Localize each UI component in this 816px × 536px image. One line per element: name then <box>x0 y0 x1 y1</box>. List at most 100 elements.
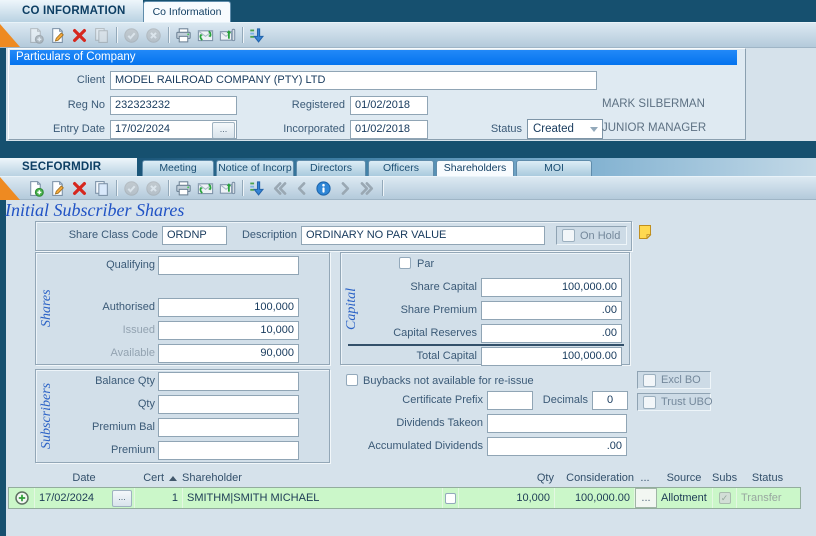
column-header-subs[interactable]: Subs <box>712 472 736 484</box>
page-title: Initial Subscriber Shares <box>5 200 184 221</box>
nav-first-icon[interactable] <box>269 178 290 198</box>
entry-date-label: Entry Date <box>25 123 105 135</box>
authorised-input[interactable]: 100,000 <box>158 298 299 317</box>
mail-sync-icon[interactable] <box>195 25 216 45</box>
row-select-checkbox[interactable] <box>445 493 456 504</box>
row-date-browse-button[interactable]: ... <box>112 490 132 507</box>
on-hold-checkbox[interactable] <box>562 229 575 242</box>
dividends-takeon-label: Dividends Takeon <box>343 417 483 429</box>
copy-icon[interactable] <box>91 178 112 198</box>
decimals-label: Decimals <box>528 394 588 406</box>
row-cert-cell[interactable]: 1 <box>135 488 183 508</box>
column-header-more[interactable]: ... <box>634 472 656 484</box>
tab-moi[interactable]: MOI <box>516 160 592 176</box>
accumulated-dividends-input[interactable]: .00 <box>487 437 627 456</box>
row-source-cell[interactable]: Allotment <box>657 488 713 508</box>
certificate-prefix-input[interactable] <box>487 391 533 410</box>
tab-co-information[interactable]: Co Information <box>143 1 231 22</box>
column-header-consideration[interactable]: Consideration <box>554 472 634 484</box>
on-hold-option[interactable]: On Hold <box>556 226 627 245</box>
premium-bal-input[interactable] <box>158 418 299 437</box>
column-header-status[interactable]: Status <box>736 472 799 484</box>
tab-directors[interactable]: Directors <box>296 160 366 176</box>
decimals-input[interactable]: 0 <box>592 391 628 410</box>
column-header-shareholder[interactable]: Shareholder <box>182 472 332 484</box>
row-shareholder-cell[interactable]: SMITHM|SMITH MICHAEL <box>183 488 443 508</box>
column-header-cert[interactable]: Cert <box>118 472 164 484</box>
nav-last-icon[interactable] <box>357 178 378 198</box>
status-value: Created <box>533 123 574 135</box>
dividends-takeon-input[interactable] <box>487 414 627 433</box>
registered-input[interactable]: 01/02/2018 <box>350 96 428 115</box>
balance-qty-input[interactable] <box>158 372 299 391</box>
issued-input[interactable]: 10,000 <box>158 321 299 340</box>
row-date-cell[interactable]: 17/02/2024 ... <box>35 488 135 508</box>
tab-officers[interactable]: Officers <box>368 160 434 176</box>
reg-no-input[interactable]: 232323232 <box>110 96 237 115</box>
capital-reserves-input[interactable]: .00 <box>481 324 622 343</box>
excl-bo-option[interactable]: Excl BO <box>637 371 711 389</box>
table-row[interactable]: 17/02/2024 ... 1 SMITHM|SMITH MICHAEL 10… <box>8 487 801 509</box>
trust-ubo-checkbox[interactable] <box>643 396 656 409</box>
info-icon[interactable] <box>313 178 334 198</box>
delete-icon[interactable] <box>69 25 90 45</box>
co-window-title: CO INFORMATION <box>0 5 126 17</box>
row-expand-cell[interactable] <box>9 488 35 508</box>
par-checkbox[interactable] <box>399 257 411 269</box>
mail-send-icon[interactable] <box>217 25 238 45</box>
column-header-source[interactable]: Source <box>656 472 712 484</box>
status-select[interactable]: Created <box>527 119 603 139</box>
mail-send-icon[interactable] <box>217 178 238 198</box>
client-input[interactable]: MODEL RAILROAD COMPANY (PTY) LTD <box>110 71 597 90</box>
certificate-prefix-label: Certificate Prefix <box>353 394 483 406</box>
sort-icon[interactable] <box>247 25 268 45</box>
entry-date-browse-button[interactable]: ... <box>212 122 235 139</box>
qty-input[interactable] <box>158 395 299 414</box>
share-capital-input[interactable]: 100,000.00 <box>481 278 622 297</box>
entry-date-value: 17/02/2024 <box>115 123 170 135</box>
edit-icon[interactable] <box>47 25 68 45</box>
print-icon[interactable] <box>173 25 194 45</box>
qualifying-input[interactable] <box>158 256 299 275</box>
subscribers-group-label: Subscribers <box>38 369 56 463</box>
row-select-cell[interactable] <box>443 488 459 508</box>
share-class-code-input[interactable]: ORDNP <box>162 226 227 245</box>
description-input[interactable]: ORDINARY NO PAR VALUE <box>301 226 545 245</box>
nav-prev-icon[interactable] <box>291 178 312 198</box>
available-input[interactable]: 90,000 <box>158 344 299 363</box>
co-toolbar <box>0 22 816 48</box>
share-premium-input[interactable]: .00 <box>481 301 622 320</box>
form-window-titlebar: SECFORMDIR <box>0 158 137 176</box>
tab-shareholders[interactable]: Shareholders <box>436 160 514 176</box>
buybacks-checkbox[interactable] <box>346 374 358 386</box>
print-icon[interactable] <box>173 178 194 198</box>
incorporated-label: Incorporated <box>250 123 345 135</box>
new-icon[interactable] <box>25 178 46 198</box>
edit-icon[interactable] <box>47 178 68 198</box>
premium-input[interactable] <box>158 441 299 460</box>
issued-label: Issued <box>55 324 155 336</box>
nav-next-icon[interactable] <box>335 178 356 198</box>
page-corner-decoration <box>0 24 20 47</box>
particulars-header: Particulars of Company <box>10 50 737 65</box>
sort-icon[interactable] <box>247 178 268 198</box>
tab-notice-of-incorp[interactable]: Notice of Incorp <box>216 160 294 176</box>
registered-label: Registered <box>255 99 345 111</box>
client-label: Client <box>25 74 105 86</box>
row-more-button[interactable]: ... <box>635 488 657 508</box>
column-header-qty[interactable]: Qty <box>458 472 554 484</box>
balance-qty-label: Balance Qty <box>55 375 155 387</box>
row-qty-cell[interactable]: 10,000 <box>459 488 555 508</box>
shares-group-label: Shares <box>38 252 56 365</box>
tab-meeting[interactable]: Meeting <box>142 160 214 176</box>
row-consideration-cell[interactable]: 100,000.00 <box>555 488 635 508</box>
accept-icon <box>121 25 142 45</box>
trust-ubo-option[interactable]: Trust UBO <box>637 393 711 411</box>
delete-icon[interactable] <box>69 178 90 198</box>
total-capital-input[interactable]: 100,000.00 <box>481 347 622 366</box>
entry-date-input[interactable]: 17/02/2024 ... <box>110 120 237 139</box>
mail-sync-icon[interactable] <box>195 178 216 198</box>
note-icon[interactable] <box>637 223 653 246</box>
incorporated-input[interactable]: 01/02/2018 <box>350 120 428 139</box>
excl-bo-checkbox[interactable] <box>643 374 656 387</box>
